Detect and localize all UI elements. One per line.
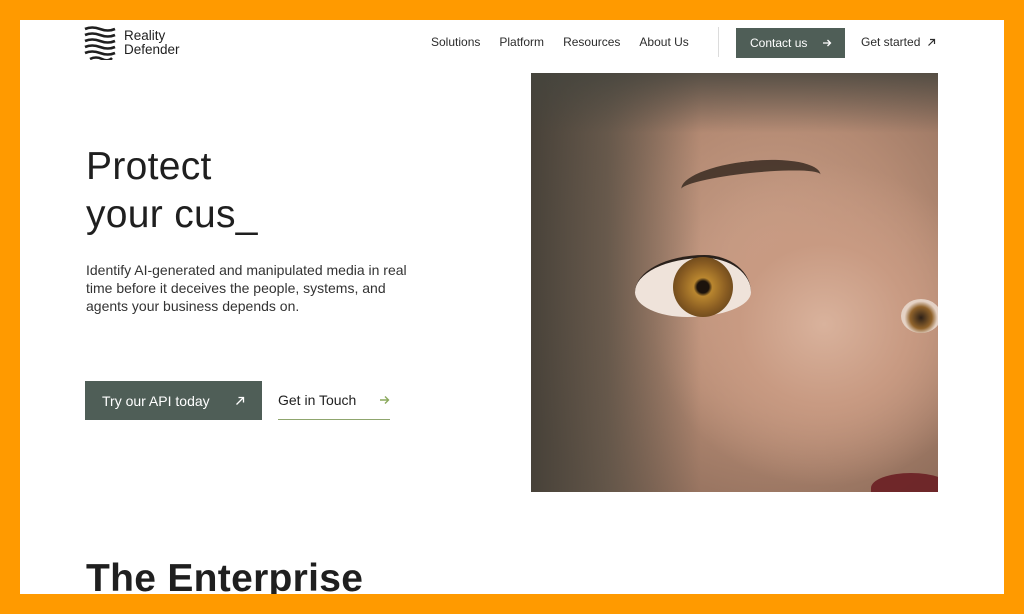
hero-title-line2: your cus_ [86, 193, 258, 236]
logo-text: Reality Defender [124, 29, 180, 57]
arrow-right-icon [380, 396, 390, 404]
get-started-label: Get started [861, 35, 921, 49]
logo-line2: Defender [124, 42, 180, 57]
get-started-link[interactable]: Get started [861, 35, 936, 49]
nav-item-solutions[interactable]: Solutions [431, 35, 480, 49]
contact-us-label: Contact us [750, 36, 808, 50]
arrow-right-icon [823, 39, 832, 47]
hero-description: Identify AI-generated and manipulated me… [86, 262, 407, 314]
nav-item-about-us[interactable]: About Us [639, 35, 688, 49]
hero-title-line1: Protect [86, 145, 212, 188]
logo-mark-icon [84, 26, 116, 60]
section-title: The Enterprise [86, 557, 364, 594]
logo[interactable]: Reality Defender [84, 26, 180, 60]
hero-image [531, 73, 938, 492]
nav-item-resources[interactable]: Resources [563, 35, 620, 49]
try-api-label: Try our API today [102, 392, 210, 409]
get-in-touch-link[interactable]: Get in Touch [278, 381, 390, 420]
arrow-up-right-icon [236, 396, 245, 405]
logo-line1: Reality [124, 28, 166, 43]
main-nav: Solutions Platform Resources About Us [431, 35, 689, 49]
nav-item-platform[interactable]: Platform [499, 35, 544, 49]
contact-us-button[interactable]: Contact us [736, 28, 845, 58]
arrow-up-right-icon [928, 38, 936, 46]
page: Reality Defender Solutions Platform Reso… [20, 20, 1004, 594]
hero-title: Protect your cus_ [86, 143, 258, 239]
nav-divider [718, 27, 719, 57]
get-in-touch-label: Get in Touch [278, 392, 357, 408]
try-api-button[interactable]: Try our API today [85, 381, 262, 420]
